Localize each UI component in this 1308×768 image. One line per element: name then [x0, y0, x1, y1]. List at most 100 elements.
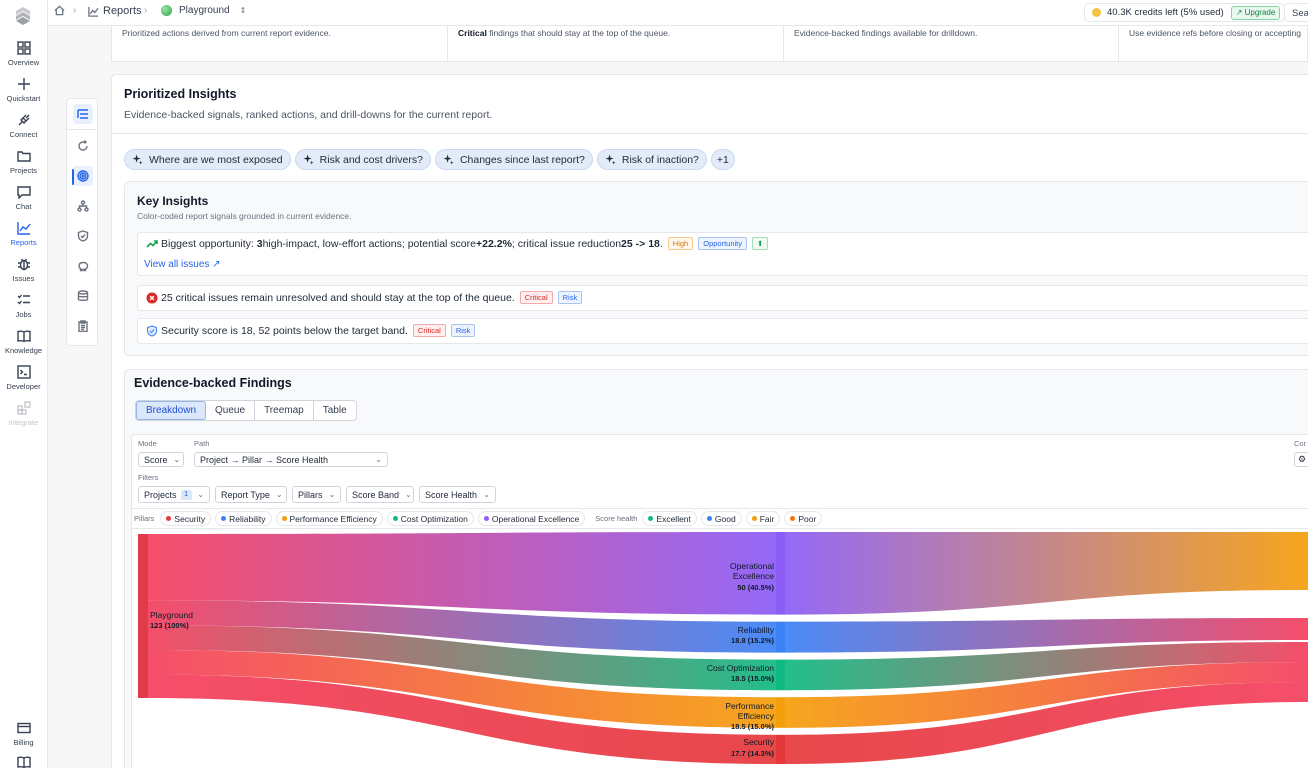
legend-label: Good	[714, 513, 736, 524]
rail-item-reports[interactable]: Reports	[0, 221, 47, 255]
section-nav-database[interactable]	[73, 286, 93, 306]
legend-dot	[483, 516, 489, 521]
mode-select[interactable]: Score ⌄	[138, 452, 184, 467]
insight-row: Biggest opportunity: 3 high-impact, low-…	[137, 232, 1308, 276]
legend-health[interactable]: Excellent	[642, 511, 697, 526]
rail-item-label: Projects	[9, 166, 38, 175]
key-insights-card: Key Insights Color-coded report signals …	[124, 181, 1308, 356]
section-nav-target[interactable]	[73, 166, 93, 186]
rail-item-quickstart[interactable]: Quickstart	[0, 77, 47, 111]
legend-dot	[706, 516, 712, 521]
sankey-node-label: Security 17.7 (14.3%)	[704, 737, 774, 757]
filter-score-health[interactable]: Score Health ⌄	[419, 486, 496, 503]
legend-pillar[interactable]: Security	[160, 511, 212, 526]
sankey-node-label: Cost Optimization 18.5 (15.0%)	[704, 663, 774, 683]
sankey-node[interactable]	[776, 621, 785, 653]
legend-dot	[166, 516, 172, 521]
chevron-down-icon: ⌄	[173, 455, 181, 464]
rail-item-knowledge[interactable]: Knowledge	[0, 329, 47, 363]
summary-cell: Critical findings that should stay at th…	[448, 26, 784, 62]
filter-pillars[interactable]: Pillars ⌄	[292, 486, 341, 503]
app-logo-icon[interactable]	[12, 5, 34, 27]
sankey-root-node[interactable]	[138, 534, 148, 698]
project-switcher[interactable]: Playground ⇕	[161, 5, 246, 16]
chevron-down-icon: ⌄	[405, 490, 412, 499]
rail-item-jobs[interactable]: Jobs	[0, 293, 47, 327]
chart-line-icon	[88, 6, 99, 17]
search-button[interactable]: Search	[1284, 3, 1308, 22]
legend-health[interactable]: Poor	[784, 511, 823, 526]
section-nav-hierarchy[interactable]	[73, 196, 93, 216]
rail-item-issues[interactable]: Issues	[0, 257, 47, 291]
rail-item-docs[interactable]	[0, 755, 47, 768]
section-nav-list[interactable]	[73, 104, 93, 124]
legend-label: Reliability	[229, 513, 266, 524]
legend-pillar[interactable]: Performance Efficiency	[275, 511, 383, 526]
insight-text: Biggest opportunity: 3 high-impact, low-…	[146, 237, 769, 250]
database-icon	[77, 290, 89, 301]
rail-item-developer[interactable]: Developer	[0, 365, 47, 399]
tab-breakdown[interactable]: Breakdown	[136, 401, 207, 420]
path-select[interactable]: Project → Pillar → Score Health ⌄	[194, 452, 388, 467]
sankey-link[interactable]	[785, 532, 1308, 615]
legend-pillar[interactable]: Operational Excellence	[477, 511, 586, 526]
breadcrumb-reports[interactable]: Reports	[88, 5, 142, 17]
rail-item-billing[interactable]: Billing	[0, 721, 47, 755]
sankey-node[interactable]	[776, 734, 785, 764]
top-bar: › Reports › Playground ⇕ 40.3K credits l…	[48, 0, 1308, 26]
question-chip[interactable]: Risk and cost drivers?	[294, 149, 431, 170]
project-globe-icon	[161, 5, 172, 16]
chevron-down-icon: ⌄	[375, 455, 382, 464]
upgrade-button[interactable]: ↗ Upgrade	[1230, 5, 1281, 20]
legend-health[interactable]: Good	[700, 511, 742, 526]
sankey-node[interactable]	[776, 697, 785, 728]
rail-item-overview[interactable]: Overview	[0, 41, 47, 75]
category-tag: Risk	[557, 291, 583, 304]
target-icon	[77, 170, 89, 182]
insight-row: Security score is 18, 52 points below th…	[137, 318, 1308, 344]
chevron-down-icon: ⌄	[483, 490, 490, 499]
rail-item-chat[interactable]: Chat	[0, 185, 47, 219]
legend-health[interactable]: Fair	[745, 511, 781, 526]
legend-dot	[648, 516, 654, 521]
panel-subtitle: Evidence-backed signals, ranked actions,…	[124, 109, 493, 121]
rail-item-connect[interactable]: Connect	[0, 113, 47, 147]
tab-table[interactable]: Table	[314, 401, 356, 420]
filter-label: Report Type	[221, 489, 270, 500]
filter-score-band[interactable]: Score Band ⌄	[346, 486, 414, 503]
summary-strip: Prioritized actions derived from current…	[111, 26, 1308, 62]
path-value: Project → Pillar → Score Health	[200, 454, 329, 465]
home-crumb[interactable]	[54, 5, 65, 16]
credits-indicator[interactable]: 40.3K credits left (5% used) ↗ Upgrade	[1084, 3, 1286, 22]
rail-item-projects[interactable]: Projects	[0, 149, 47, 183]
settings-button[interactable]: ⚙	[1294, 452, 1308, 467]
section-nav-piggybank[interactable]	[73, 256, 93, 276]
refresh-icon	[78, 140, 88, 151]
blocks-icon	[16, 401, 31, 415]
filter-report-type[interactable]: Report Type ⌄	[215, 486, 287, 503]
filter-projects[interactable]: Projects 1 ⌄	[138, 486, 210, 503]
sankey-node[interactable]	[776, 532, 785, 615]
filter-label: Score Band	[352, 489, 400, 500]
tab-treemap[interactable]: Treemap	[255, 401, 314, 420]
question-chip[interactable]: Changes since last report?	[434, 149, 593, 170]
gear-icon: ⚙	[1298, 454, 1307, 464]
legend-pillar[interactable]: Reliability	[215, 511, 272, 526]
section-nav-clipboard[interactable]	[73, 316, 93, 336]
view-all-issues-link[interactable]: View all issues ↗	[144, 259, 221, 270]
legend-label: Excellent	[656, 513, 691, 524]
legend-label: Poor	[798, 513, 817, 524]
sankey-node-value: 18.5 (15.0%)	[731, 674, 774, 684]
question-chip[interactable]: Where are we most exposed	[124, 149, 291, 170]
legend-pillar[interactable]: Cost Optimization	[386, 511, 474, 526]
sankey-node[interactable]	[776, 659, 785, 691]
question-chip[interactable]: Risk of inaction?	[596, 149, 707, 170]
tab-queue[interactable]: Queue	[206, 401, 256, 420]
section-nav-refresh[interactable]	[73, 136, 93, 156]
trend-tag: ⬆	[752, 237, 769, 250]
section-nav-shield[interactable]	[73, 226, 93, 246]
divider	[112, 133, 1308, 134]
rail-item-label: Integrate	[8, 418, 39, 427]
insight-text-part: 25 critical issues remain unresolved and…	[161, 291, 515, 304]
more-questions-chip[interactable]: +1	[710, 149, 735, 170]
